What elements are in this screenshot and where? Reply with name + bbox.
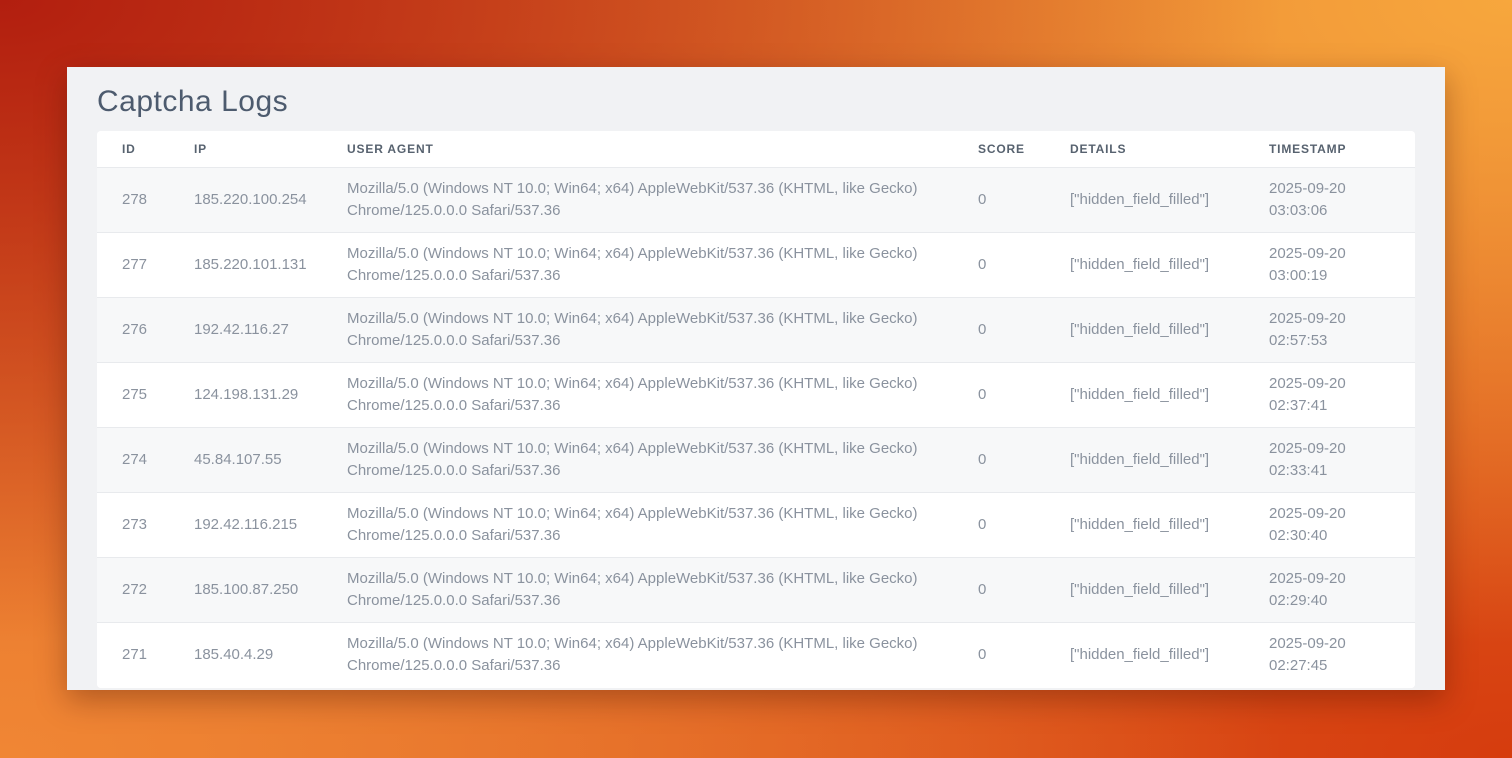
column-header-timestamp: TIMESTAMP	[1244, 131, 1415, 168]
cell-id: 274	[97, 428, 169, 493]
table-row: 275 124.198.131.29 Mozilla/5.0 (Windows …	[97, 363, 1415, 428]
cell-score: 0	[953, 428, 1045, 493]
table-row: 277 185.220.101.131 Mozilla/5.0 (Windows…	[97, 233, 1415, 298]
captcha-logs-card: Captcha Logs ID IP USER AGENT SCORE DETA…	[67, 67, 1445, 690]
cell-ip: 192.42.116.215	[169, 493, 322, 558]
cell-id: 276	[97, 298, 169, 363]
cell-ip: 185.40.4.29	[169, 623, 322, 688]
cell-user-agent: Mozilla/5.0 (Windows NT 10.0; Win64; x64…	[322, 493, 953, 558]
cell-details: ["hidden_field_filled"]	[1045, 298, 1244, 363]
cell-score: 0	[953, 298, 1045, 363]
cell-timestamp: 2025-09-20 02:29:40	[1244, 558, 1415, 623]
cell-score: 0	[953, 363, 1045, 428]
cell-details: ["hidden_field_filled"]	[1045, 493, 1244, 558]
column-header-ip: IP	[169, 131, 322, 168]
cell-timestamp: 2025-09-20 02:27:45	[1244, 623, 1415, 688]
cell-score: 0	[953, 168, 1045, 233]
page-background: Captcha Logs ID IP USER AGENT SCORE DETA…	[0, 0, 1512, 758]
cell-details: ["hidden_field_filled"]	[1045, 363, 1244, 428]
table-row: 271 185.40.4.29 Mozilla/5.0 (Windows NT …	[97, 623, 1415, 688]
cell-id: 277	[97, 233, 169, 298]
cell-user-agent: Mozilla/5.0 (Windows NT 10.0; Win64; x64…	[322, 363, 953, 428]
cell-user-agent: Mozilla/5.0 (Windows NT 10.0; Win64; x64…	[322, 168, 953, 233]
cell-id: 272	[97, 558, 169, 623]
cell-id: 273	[97, 493, 169, 558]
cell-user-agent: Mozilla/5.0 (Windows NT 10.0; Win64; x64…	[322, 233, 953, 298]
cell-user-agent: Mozilla/5.0 (Windows NT 10.0; Win64; x64…	[322, 428, 953, 493]
cell-id: 271	[97, 623, 169, 688]
cell-ip: 185.220.100.254	[169, 168, 322, 233]
column-header-score: SCORE	[953, 131, 1045, 168]
cell-ip: 192.42.116.27	[169, 298, 322, 363]
cell-user-agent: Mozilla/5.0 (Windows NT 10.0; Win64; x64…	[322, 623, 953, 688]
cell-id: 278	[97, 168, 169, 233]
cell-details: ["hidden_field_filled"]	[1045, 623, 1244, 688]
cell-score: 0	[953, 623, 1045, 688]
captcha-logs-table-container: ID IP USER AGENT SCORE DETAILS TIMESTAMP…	[97, 131, 1415, 688]
cell-timestamp: 2025-09-20 02:57:53	[1244, 298, 1415, 363]
page-title: Captcha Logs	[97, 67, 1415, 131]
cell-timestamp: 2025-09-20 03:03:06	[1244, 168, 1415, 233]
cell-user-agent: Mozilla/5.0 (Windows NT 10.0; Win64; x64…	[322, 298, 953, 363]
cell-timestamp: 2025-09-20 02:37:41	[1244, 363, 1415, 428]
cell-ip: 45.84.107.55	[169, 428, 322, 493]
cell-details: ["hidden_field_filled"]	[1045, 168, 1244, 233]
cell-details: ["hidden_field_filled"]	[1045, 558, 1244, 623]
cell-ip: 124.198.131.29	[169, 363, 322, 428]
cell-timestamp: 2025-09-20 02:30:40	[1244, 493, 1415, 558]
cell-user-agent: Mozilla/5.0 (Windows NT 10.0; Win64; x64…	[322, 558, 953, 623]
cell-score: 0	[953, 233, 1045, 298]
cell-ip: 185.100.87.250	[169, 558, 322, 623]
column-header-details: DETAILS	[1045, 131, 1244, 168]
table-header-row: ID IP USER AGENT SCORE DETAILS TIMESTAMP	[97, 131, 1415, 168]
table-row: 273 192.42.116.215 Mozilla/5.0 (Windows …	[97, 493, 1415, 558]
cell-score: 0	[953, 558, 1045, 623]
cell-timestamp: 2025-09-20 02:33:41	[1244, 428, 1415, 493]
cell-details: ["hidden_field_filled"]	[1045, 428, 1244, 493]
table-row: 274 45.84.107.55 Mozilla/5.0 (Windows NT…	[97, 428, 1415, 493]
cell-timestamp: 2025-09-20 03:00:19	[1244, 233, 1415, 298]
column-header-id: ID	[97, 131, 169, 168]
column-header-user-agent: USER AGENT	[322, 131, 953, 168]
table-row: 278 185.220.100.254 Mozilla/5.0 (Windows…	[97, 168, 1415, 233]
captcha-logs-table: ID IP USER AGENT SCORE DETAILS TIMESTAMP…	[97, 131, 1415, 688]
table-row: 272 185.100.87.250 Mozilla/5.0 (Windows …	[97, 558, 1415, 623]
cell-score: 0	[953, 493, 1045, 558]
cell-ip: 185.220.101.131	[169, 233, 322, 298]
table-row: 276 192.42.116.27 Mozilla/5.0 (Windows N…	[97, 298, 1415, 363]
cell-details: ["hidden_field_filled"]	[1045, 233, 1244, 298]
cell-id: 275	[97, 363, 169, 428]
